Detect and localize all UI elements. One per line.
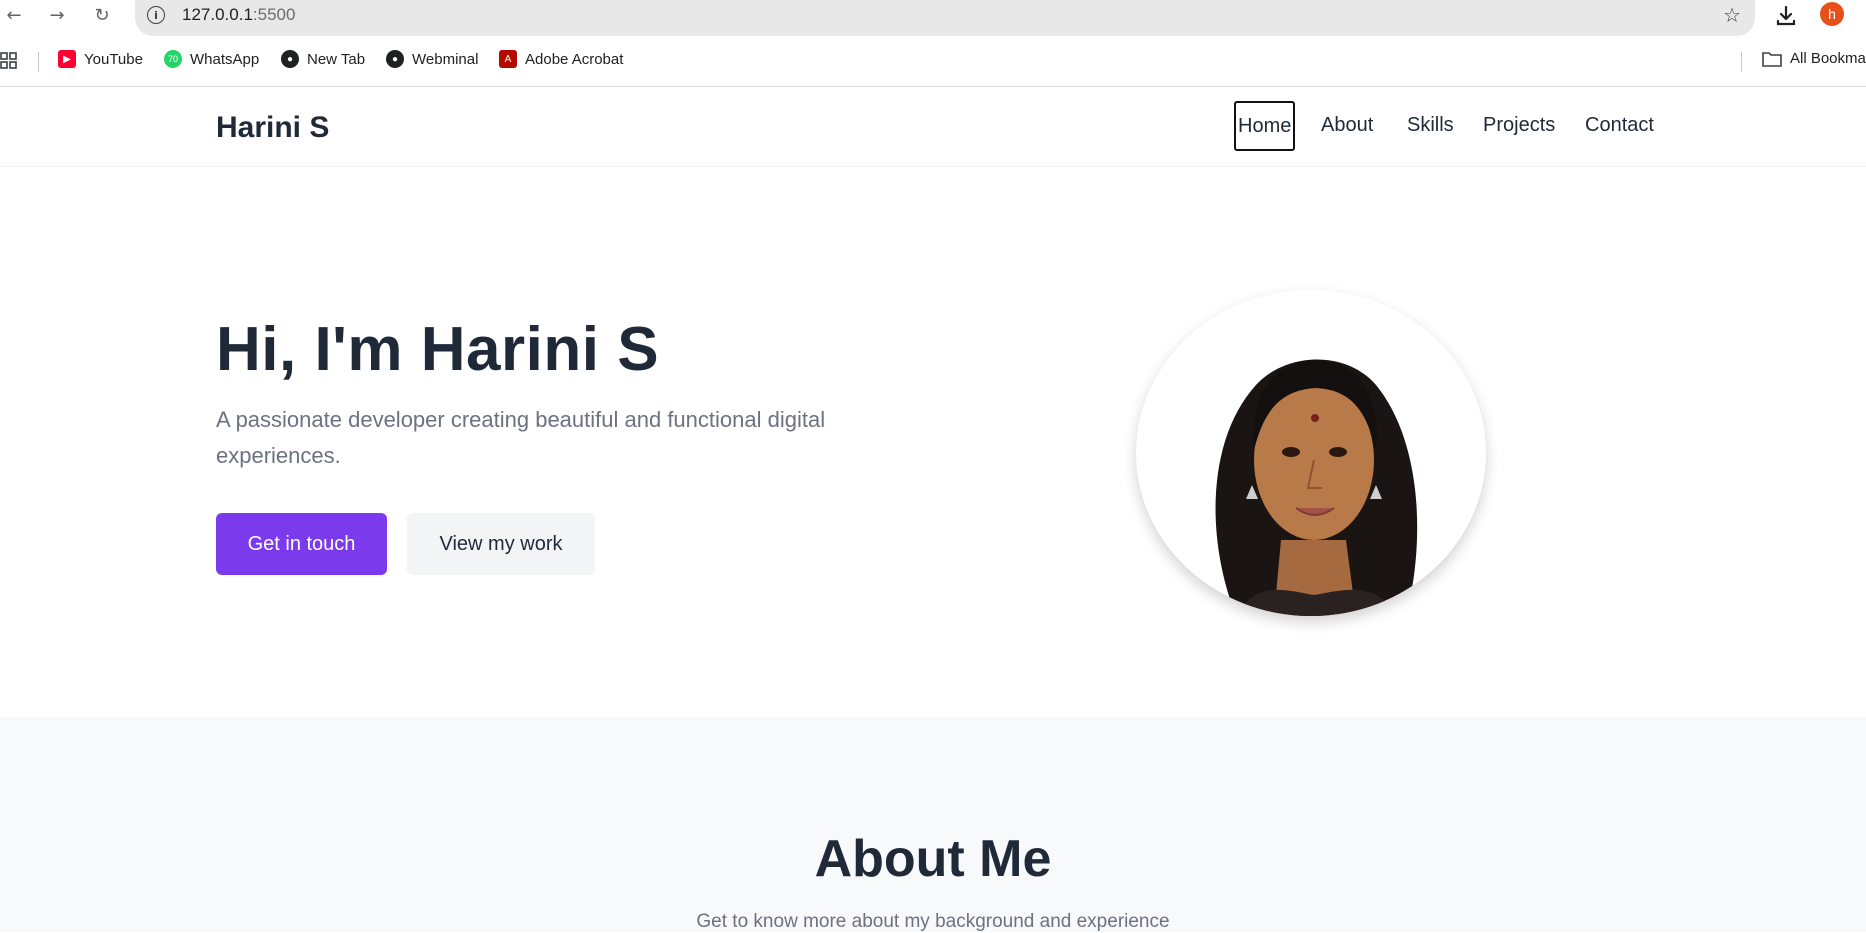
profile-avatar[interactable]: h (1820, 2, 1844, 26)
all-bookmarks[interactable]: All Bookma (1762, 50, 1866, 67)
nav-contact[interactable]: Contact (1585, 114, 1654, 137)
youtube-icon: ▶ (58, 50, 76, 68)
folder-icon (1762, 51, 1782, 67)
profile-photo-illustration (1215, 359, 1418, 616)
forward-icon[interactable]: → (45, 3, 69, 27)
hero-subtitle: A passionate developer creating beautifu… (216, 407, 826, 468)
bookmarks-bar: ▶ YouTube 70 WhatsApp ● New Tab ● Webmin… (0, 44, 1866, 76)
bookmark-label: Adobe Acrobat (525, 50, 624, 68)
bookmark-label: Webminal (412, 50, 479, 68)
site-info-icon[interactable]: i (147, 6, 165, 24)
bookmark-webminal[interactable]: ● Webminal (386, 50, 478, 68)
hero-title: Hi, I'm Harini S (216, 315, 660, 384)
globe-icon: ● (281, 50, 299, 68)
about-subtitle: Get to know more about my background and… (696, 911, 1170, 932)
download-icon[interactable] (1774, 4, 1798, 28)
bookmarks-separator (38, 52, 39, 72)
nav-about[interactable]: About (1321, 114, 1373, 137)
back-icon[interactable]: ← (2, 3, 26, 27)
nav-skills[interactable]: Skills (1407, 114, 1454, 137)
acrobat-icon: A (499, 50, 517, 68)
url-text[interactable]: 127.0.0.1:5500 (182, 5, 295, 25)
site-header: Harini S Home About Skills Projects Cont… (0, 87, 1866, 167)
apps-grid-icon[interactable] (0, 52, 18, 70)
url-port: :5500 (252, 5, 296, 24)
globe-icon: ● (386, 50, 404, 68)
profile-photo (1136, 290, 1486, 616)
bookmarks-separator (1741, 52, 1742, 72)
browser-toolbar: ← → ↻ i 127.0.0.1:5500 ☆ h (0, 0, 1866, 36)
whatsapp-icon: 70 (164, 50, 182, 68)
about-section: About Me Get to know more about my backg… (0, 717, 1866, 932)
nav-projects[interactable]: Projects (1483, 114, 1555, 137)
site-logo[interactable]: Harini S (216, 111, 329, 145)
nav-home[interactable]: Home (1234, 101, 1296, 151)
address-bar[interactable]: i 127.0.0.1:5500 ☆ (135, 0, 1755, 36)
about-title: About Me (814, 830, 1052, 888)
bookmark-star-icon[interactable]: ☆ (1723, 3, 1741, 27)
bookmark-label: WhatsApp (190, 50, 260, 68)
bookmark-whatsapp[interactable]: 70 WhatsApp (164, 50, 259, 68)
all-bookmarks-label: All Bookma (1790, 50, 1866, 67)
bookmark-youtube[interactable]: ▶ YouTube (58, 50, 143, 68)
get-in-touch-button[interactable]: Get in touch (216, 513, 387, 575)
bookmark-adobe-acrobat[interactable]: A Adobe Acrobat (499, 50, 623, 68)
bookmark-label: New Tab (307, 50, 366, 68)
url-host: 127.0.0.1 (182, 5, 253, 24)
bookmark-label: YouTube (84, 50, 143, 68)
reload-icon[interactable]: ↻ (90, 3, 114, 27)
bookmark-new-tab[interactable]: ● New Tab (281, 50, 365, 68)
view-my-work-button[interactable]: View my work (407, 513, 595, 575)
